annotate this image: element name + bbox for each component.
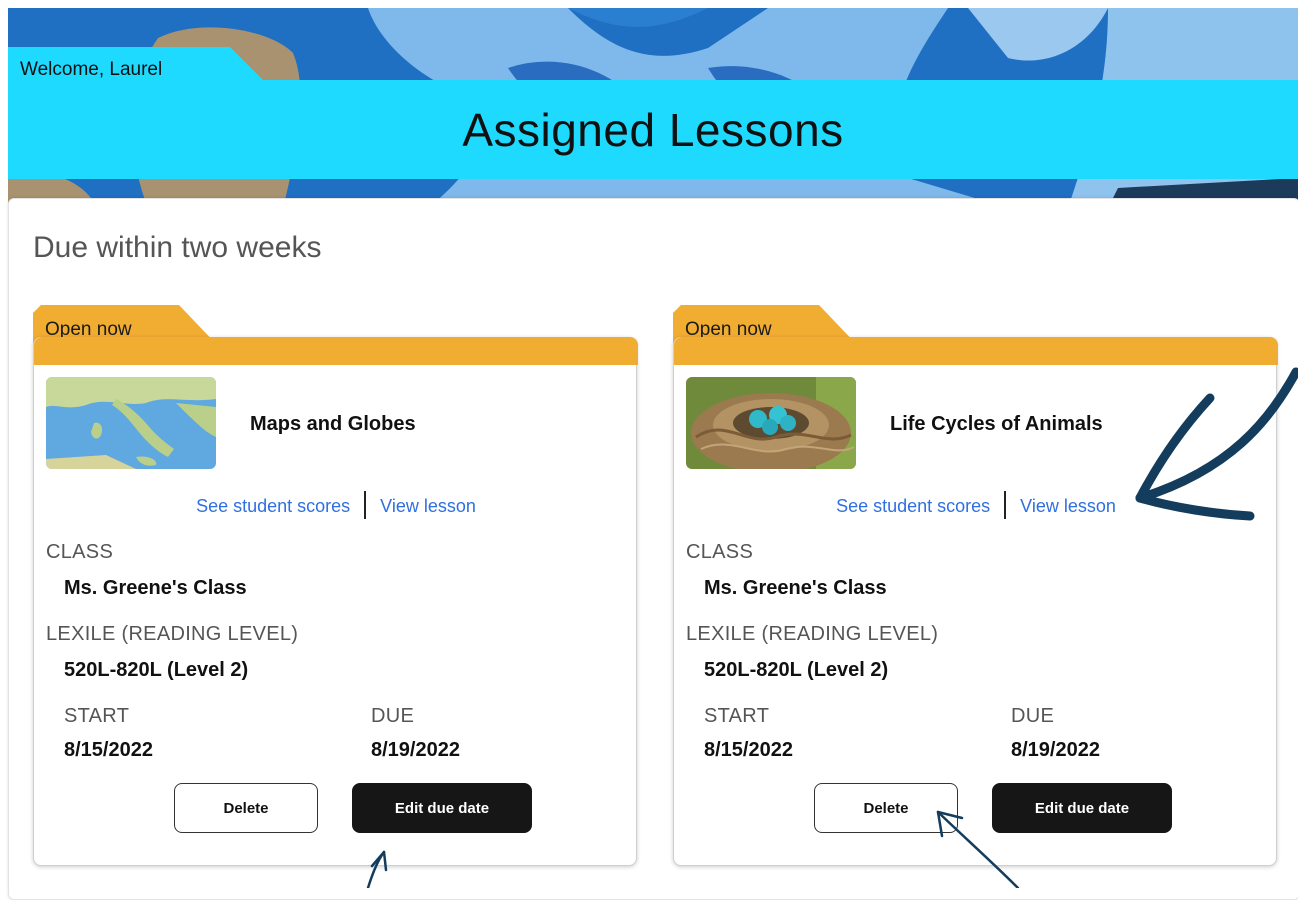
lesson-card-life-cycles-of-animals: Open now Life Cycles of Animals See stud… xyxy=(673,305,1278,866)
start-label: START xyxy=(704,705,770,727)
card-body: Maps and Globes See student scores View l… xyxy=(33,337,638,866)
page-title-bar: Assigned Lessons xyxy=(8,80,1298,179)
section-title: Due within two weeks xyxy=(33,231,322,264)
link-divider xyxy=(1004,491,1007,519)
class-label: CLASS xyxy=(46,541,114,563)
view-lesson-link[interactable]: View lesson xyxy=(1020,496,1116,516)
card-links: See student scores View lesson xyxy=(674,491,1278,521)
class-value: Ms. Greene's Class xyxy=(704,577,887,599)
edit-due-date-button[interactable]: Edit due date xyxy=(352,783,532,833)
see-student-scores-link[interactable]: See student scores xyxy=(196,496,350,516)
class-value: Ms. Greene's Class xyxy=(64,577,247,599)
edit-due-date-button[interactable]: Edit due date xyxy=(992,783,1172,833)
lexile-label: LEXILE (READING LEVEL) xyxy=(46,623,299,645)
lexile-label: LEXILE (READING LEVEL) xyxy=(686,623,939,645)
link-divider xyxy=(364,491,367,519)
card-body: Life Cycles of Animals See student score… xyxy=(673,337,1278,866)
assigned-lessons-panel: Due within two weeks Open now Maps and G… xyxy=(8,198,1298,900)
lesson-title: Maps and Globes xyxy=(250,413,416,435)
view-lesson-link[interactable]: View lesson xyxy=(380,496,476,516)
lesson-title: Life Cycles of Animals xyxy=(890,413,1103,435)
due-date: 8/19/2022 xyxy=(1011,739,1100,761)
map-of-italy-image xyxy=(46,377,216,469)
due-label: DUE xyxy=(1011,705,1055,727)
due-date: 8/19/2022 xyxy=(371,739,460,761)
card-links: See student scores View lesson xyxy=(34,491,638,521)
lexile-value: 520L-820L (Level 2) xyxy=(64,659,249,681)
welcome-tab: Welcome, Laurel xyxy=(8,47,270,87)
start-date: 8/15/2022 xyxy=(64,739,153,761)
see-student-scores-link[interactable]: See student scores xyxy=(836,496,990,516)
start-label: START xyxy=(64,705,130,727)
start-date: 8/15/2022 xyxy=(704,739,793,761)
delete-button[interactable]: Delete xyxy=(174,783,318,833)
due-label: DUE xyxy=(371,705,415,727)
class-label: CLASS xyxy=(686,541,754,563)
delete-button[interactable]: Delete xyxy=(814,783,958,833)
bird-nest-eggs-image xyxy=(686,377,856,469)
page-title: Assigned Lessons xyxy=(462,103,844,156)
lesson-card-maps-and-globes: Open now Maps and Globes See student sco… xyxy=(33,305,638,866)
welcome-text: Welcome, Laurel xyxy=(20,59,163,80)
lexile-value: 520L-820L (Level 2) xyxy=(704,659,889,681)
card-header-strip xyxy=(674,337,1278,365)
card-header-strip xyxy=(34,337,638,365)
